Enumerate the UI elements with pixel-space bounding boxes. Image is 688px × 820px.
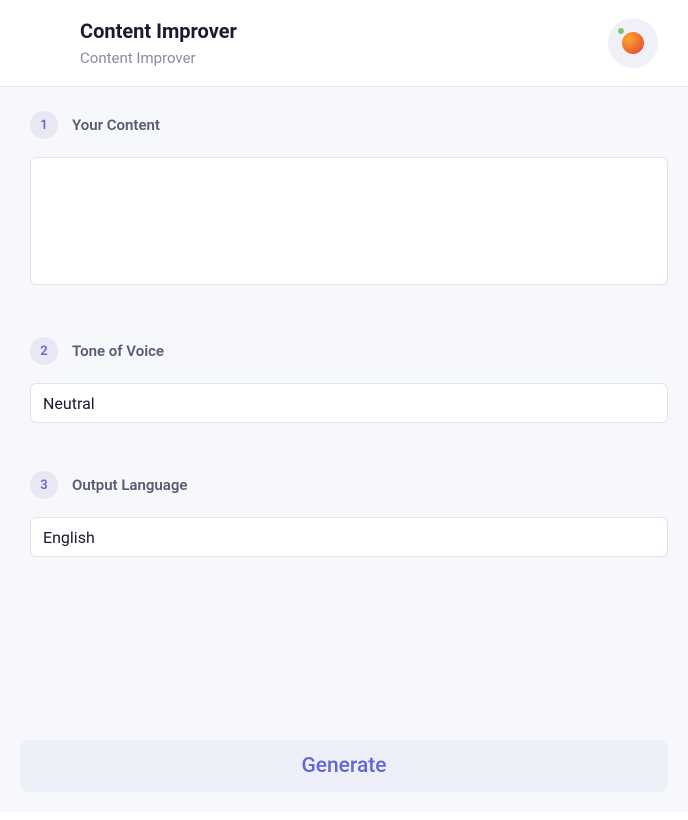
section-output-language: 3 Output Language (20, 471, 668, 557)
content-area: 1 Your Content 2 Tone of Voice 3 Output … (0, 87, 688, 812)
form-sections: 1 Your Content 2 Tone of Voice 3 Output … (20, 111, 668, 740)
header-left: Content Improver Content Improver (80, 19, 237, 67)
step-label-tone-of-voice: Tone of Voice (72, 342, 164, 360)
step-number-2: 2 (30, 337, 58, 365)
avatar-icon (622, 32, 644, 54)
generate-button[interactable]: Generate (20, 740, 668, 792)
step-label-output-language: Output Language (72, 476, 187, 494)
section-header: 2 Tone of Voice (20, 337, 668, 365)
page-title: Content Improver (80, 19, 237, 43)
section-your-content: 1 Your Content (20, 111, 668, 289)
your-content-input[interactable] (30, 157, 668, 285)
header: Content Improver Content Improver (0, 0, 688, 87)
page-subtitle: Content Improver (80, 49, 237, 67)
section-tone-of-voice: 2 Tone of Voice (20, 337, 668, 423)
output-language-input[interactable] (30, 517, 668, 557)
step-number-3: 3 (30, 471, 58, 499)
section-header: 3 Output Language (20, 471, 668, 499)
step-number-1: 1 (30, 111, 58, 139)
tone-of-voice-input[interactable] (30, 383, 668, 423)
section-header: 1 Your Content (20, 111, 668, 139)
step-label-your-content: Your Content (72, 116, 160, 134)
avatar[interactable] (608, 18, 658, 68)
